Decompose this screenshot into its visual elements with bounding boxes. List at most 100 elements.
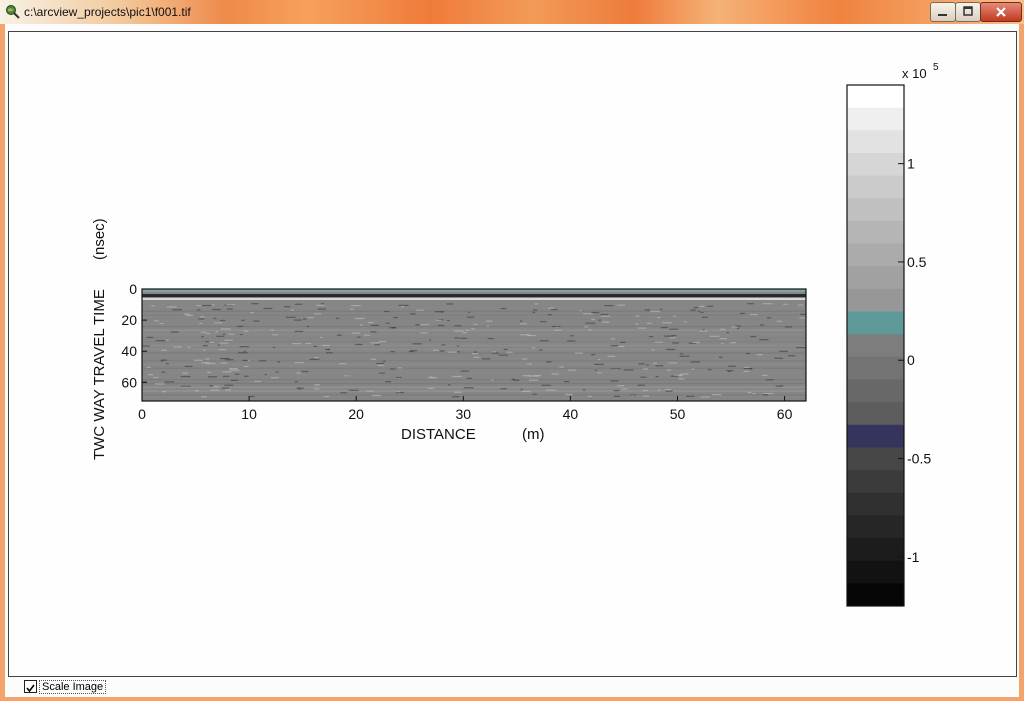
y-tick-label: 60 (121, 374, 137, 390)
minimize-button[interactable] (930, 2, 956, 22)
radargram-reflection (219, 357, 230, 360)
radargram-reflection (701, 316, 708, 318)
radargram-reflection (528, 379, 539, 381)
radargram-reflection (690, 361, 700, 363)
radargram-reflection (487, 337, 494, 340)
colorbar-swatch (847, 152, 904, 177)
radargram-reflection (565, 393, 573, 396)
radargram-reflection (305, 342, 312, 345)
radargram-reflection (415, 309, 424, 311)
colorbar-swatch (847, 243, 904, 267)
scale-image-checkbox[interactable] (24, 680, 37, 693)
radargram-reflection (454, 330, 464, 332)
radargram-reflection (322, 344, 330, 347)
radargram-reflection (492, 351, 497, 353)
radargram-reflection (775, 385, 781, 387)
radargram-reflection (585, 322, 596, 324)
checkmark-icon (26, 684, 35, 693)
radargram-band (142, 360, 806, 362)
colorbar-tick-label: 0 (907, 352, 915, 368)
radargram-reflection (750, 335, 757, 338)
title-bar[interactable]: c:\arcview_projects\pic1\f001.tif (0, 0, 1024, 24)
radargram-reflection (183, 313, 190, 315)
radargram-reflection (296, 387, 304, 389)
scale-image-label[interactable]: Scale Image (39, 680, 107, 694)
radargram-reflection (400, 306, 405, 308)
radargram-reflection (699, 305, 705, 307)
radargram-reflection (460, 337, 468, 339)
radargram-reflection (159, 322, 164, 325)
radargram-reflection (209, 385, 214, 387)
radargram-reflection (520, 334, 531, 336)
radargram-reflection (664, 388, 672, 391)
radargram-reflection (702, 329, 705, 331)
radargram-reflection (204, 358, 210, 360)
radargram-reflection (610, 345, 619, 347)
radargram-reflection (774, 357, 783, 359)
radargram-reflection (220, 328, 231, 330)
radargram-reflection (228, 333, 235, 335)
radargram-reflection (567, 340, 576, 342)
radargram-reflection (201, 362, 211, 364)
radargram-reflection (355, 317, 365, 320)
radargram-reflection (161, 371, 166, 373)
radargram-reflection (339, 363, 347, 365)
radargram-reflection (747, 391, 752, 394)
colorbar-swatch (847, 470, 904, 494)
radargram-reflection (591, 311, 600, 314)
radargram-reflection (678, 378, 685, 380)
radargram-reflection (371, 358, 376, 361)
radargram-reflection (783, 303, 789, 305)
radargram-reflection (650, 310, 661, 313)
maximize-button[interactable] (955, 2, 981, 22)
colorbar-swatch (847, 560, 904, 584)
radargram-reflection (198, 318, 205, 320)
radargram-reflection (550, 308, 558, 311)
radargram-reflection (759, 324, 765, 326)
radargram-reflection (409, 313, 416, 315)
radargram-plot (141, 288, 807, 402)
radargram-reflection (506, 351, 513, 353)
radargram-reflection (669, 337, 676, 339)
colorbar-swatch (847, 515, 904, 539)
radargram-reflection (635, 323, 639, 325)
radargram-surface-reflector (142, 298, 806, 300)
radargram-reflection (731, 326, 737, 328)
radargram-reflection (547, 314, 552, 316)
radargram-band (142, 344, 806, 347)
radargram-reflection (294, 381, 298, 383)
radargram-reflection (201, 304, 212, 307)
radargram-reflection (180, 385, 191, 387)
globe-search-icon (6, 5, 20, 19)
radargram-reflection (779, 350, 788, 352)
radargram-reflection (420, 332, 428, 334)
radargram-reflection (350, 308, 354, 310)
radargram-reflection (487, 325, 490, 327)
radargram-reflection (679, 373, 689, 375)
radargram-reflection (223, 333, 226, 335)
colorbar-swatch (847, 538, 904, 562)
radargram-reflection (661, 322, 672, 324)
radargram-reflection (784, 326, 793, 328)
radargram-reflection (374, 344, 381, 346)
radargram-reflection (363, 334, 370, 336)
radargram-reflection (637, 384, 645, 386)
radargram-reflection (307, 316, 314, 319)
radargram-reflection (551, 373, 559, 375)
image-view[interactable]: 0 10 20 30 40 50 60 0 20 40 60 DISTANCE (m) TWC W… (8, 31, 1017, 677)
radargram-reflection (398, 304, 409, 306)
radargram-reflection (600, 313, 609, 316)
radargram-reflection (568, 369, 577, 371)
radargram-reflection (698, 310, 701, 312)
radargram-reflection (756, 354, 763, 356)
radargram-band (142, 322, 806, 324)
radargram-reflection (521, 390, 531, 393)
radargram-reflection (337, 334, 342, 336)
radargram-reflection (463, 387, 474, 389)
radargram-reflection (583, 313, 593, 315)
close-button[interactable] (980, 2, 1022, 22)
radargram-reflection (314, 388, 320, 390)
radargram-reflection (319, 336, 323, 338)
radargram-reflection (393, 316, 399, 319)
radargram-reflection (285, 316, 296, 318)
